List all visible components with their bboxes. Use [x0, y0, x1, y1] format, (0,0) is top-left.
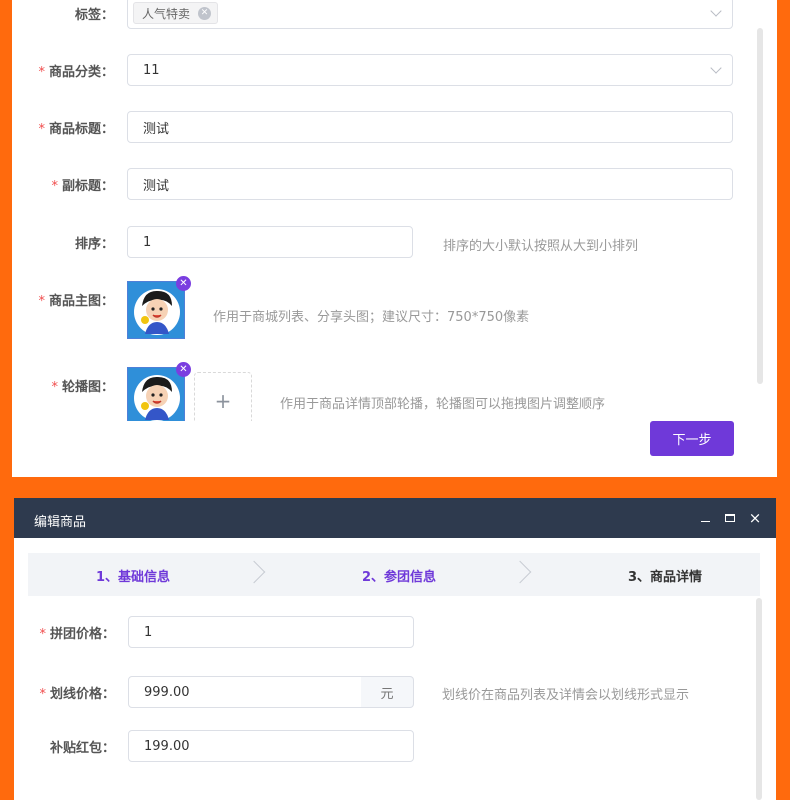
maximize-icon[interactable] — [721, 508, 739, 528]
minimize-icon[interactable] — [696, 508, 714, 528]
currency-suffix: 元 — [361, 676, 414, 708]
step-3[interactable]: 3、商品详情 — [628, 566, 702, 585]
dialog-title: 编辑商品 — [34, 515, 87, 530]
scroll-clip — [122, 421, 322, 477]
sort-label: 排序： — [74, 236, 114, 252]
carousel-hint: 作用于商品详情顶部轮播，轮播图可以拖拽图片调整顺序 — [280, 397, 606, 412]
group-price-label: * 拼团价格： — [39, 626, 115, 642]
category-select[interactable]: 11 — [127, 54, 733, 86]
vertical-scrollbar[interactable] — [756, 598, 762, 800]
chevron-right-icon — [242, 560, 266, 584]
strike-price-input[interactable]: 999.00 — [128, 676, 362, 708]
plus-icon: + — [214, 389, 232, 413]
tag-chip: 人气特卖 ✕ — [133, 2, 219, 24]
strike-price-hint: 划线价在商品列表及详情会以划线形式显示 — [442, 688, 690, 703]
chevron-down-icon[interactable] — [710, 5, 722, 17]
remove-main-image-icon[interactable]: ✕ — [176, 276, 191, 291]
title-value: 测试 — [143, 121, 170, 137]
subtitle-value: 测试 — [143, 178, 170, 194]
group-price-input[interactable]: 1 — [128, 616, 414, 648]
close-circle-icon[interactable]: ✕ — [198, 6, 212, 20]
tags-select[interactable]: 人气特卖 ✕ — [127, 0, 733, 29]
cartoon-avatar-image — [128, 368, 184, 424]
chevron-down-icon[interactable] — [710, 62, 722, 74]
sort-value: 1 — [143, 234, 152, 250]
subsidy-label: 补贴红包： — [49, 740, 115, 756]
remove-carousel-image-icon[interactable]: ✕ — [176, 362, 191, 377]
strike-price-value: 999.00 — [144, 684, 190, 700]
category-value: 11 — [143, 62, 160, 78]
title-label: * 商品标题： — [38, 121, 114, 137]
subtitle-input[interactable]: 测试 — [127, 168, 733, 200]
main-image-label: * 商品主图： — [38, 293, 114, 309]
strike-price-label: * 划线价格： — [39, 686, 115, 702]
basic-info-form: 标签： 人气特卖 ✕ * 商品分类： 11 * 商品标题： 测试 * 副标题： 测试 … — [12, 0, 777, 477]
main-image-thumbnail[interactable] — [127, 281, 185, 339]
group-price-value: 1 — [144, 624, 153, 640]
tags-label: 标签： — [74, 7, 114, 23]
carousel-image-thumbnail[interactable] — [127, 367, 185, 425]
sort-input[interactable]: 1 — [127, 226, 413, 258]
step-2[interactable]: 2、参团信息 — [362, 566, 436, 585]
next-step-button[interactable]: 下一步 — [650, 421, 734, 456]
close-icon[interactable]: × — [746, 508, 764, 528]
category-label: * 商品分类： — [38, 64, 114, 80]
chevron-right-icon — [508, 560, 532, 584]
edit-product-dialog: 编辑商品 × 1、基础信息 2、参团信息 3、商品详情 * 拼团价格： 1 * 划线… — [14, 498, 776, 800]
vertical-scrollbar[interactable] — [757, 28, 763, 384]
cartoon-avatar-image — [128, 282, 184, 338]
tag-chip-label: 人气特卖 — [142, 6, 191, 21]
subtitle-label: * 副标题： — [51, 178, 114, 194]
dialog-titlebar: 编辑商品 × — [14, 498, 776, 538]
subsidy-input[interactable]: 199.00 — [128, 730, 414, 762]
step-indicator: 1、基础信息 2、参团信息 3、商品详情 — [28, 553, 760, 596]
subsidy-value: 199.00 — [144, 738, 190, 754]
sort-hint: 排序的大小默认按照从大到小排列 — [443, 239, 639, 254]
step-1[interactable]: 1、基础信息 — [96, 566, 170, 585]
main-image-hint: 作用于商城列表、分享头图；建议尺寸：750*750像素 — [213, 310, 530, 325]
title-input[interactable]: 测试 — [127, 111, 733, 143]
carousel-label: * 轮播图： — [51, 379, 114, 395]
